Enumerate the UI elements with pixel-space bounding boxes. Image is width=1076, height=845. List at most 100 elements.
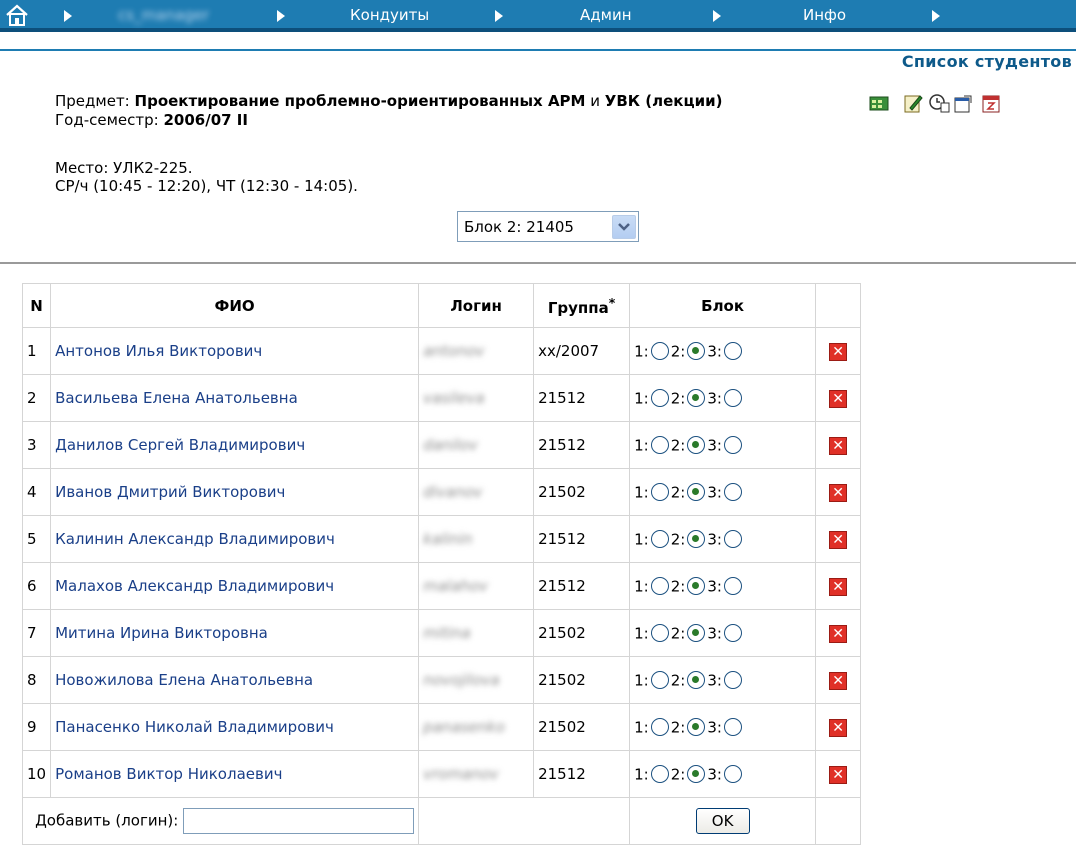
nav-konduity[interactable]: Кондуиты (350, 6, 429, 24)
add-login-input[interactable] (183, 808, 415, 834)
student-name-link[interactable]: Иванов Дмитрий Викторович (55, 483, 285, 501)
block-3-radio[interactable] (723, 389, 742, 408)
block-3-radio[interactable] (723, 671, 742, 690)
group-cell: 21502 (533, 703, 631, 751)
block-radio-label: 3: (707, 483, 722, 502)
semester-label: Год-семестр: (55, 111, 159, 129)
block-2-radio[interactable] (687, 483, 706, 502)
student-name-link[interactable]: Малахов Александр Владимирович (55, 577, 334, 595)
delete-icon[interactable]: ✕ (829, 765, 848, 784)
student-name-link[interactable]: Васильева Елена Анатольевна (55, 389, 298, 407)
block-2-radio[interactable] (687, 577, 706, 596)
student-name-link[interactable]: Митина Ирина Викторовна (55, 624, 268, 642)
block-3-radio[interactable] (723, 436, 742, 455)
block-1-radio[interactable] (650, 624, 669, 643)
block-1-radio[interactable] (650, 342, 669, 361)
block-radio-label: 2: (670, 671, 686, 690)
row-number: 4 (21, 468, 52, 516)
nav-arrow-icon (64, 10, 72, 22)
edit-notes-icon[interactable] (902, 92, 924, 114)
student-name-link[interactable]: Панасенко Николай Владимирович (55, 718, 334, 736)
block-2-radio[interactable] (687, 436, 706, 455)
block-radio-label: 1: (634, 389, 649, 408)
header-group-label: Группа (547, 298, 609, 317)
block-radio-label: 1: (634, 436, 649, 455)
block-3-radio[interactable] (723, 342, 742, 361)
block-1-radio[interactable] (650, 718, 669, 737)
block-radios: 1: 2: 3: (629, 468, 817, 516)
student-login: kalinin (423, 530, 473, 548)
block-select[interactable]: Блок 2: 21405 (457, 211, 639, 242)
block-radio-label: 3: (707, 530, 722, 549)
header-group: Группа* (533, 283, 631, 328)
subject-label: Предмет: (55, 92, 130, 110)
block-2-radio[interactable] (687, 671, 706, 690)
delete-icon[interactable]: ✕ (829, 483, 848, 502)
student-name-link[interactable]: Антонов Илья Викторович (55, 342, 262, 360)
delete-icon[interactable]: ✕ (829, 577, 848, 596)
login-cell: mitina (418, 609, 535, 657)
block-radio-label: 3: (707, 577, 722, 596)
block-1-radio[interactable] (650, 671, 669, 690)
delete-icon[interactable]: ✕ (829, 436, 848, 455)
block-1-radio[interactable] (650, 389, 669, 408)
block-3-radio[interactable] (723, 624, 742, 643)
block-1-radio[interactable] (650, 436, 669, 455)
delete-icon[interactable]: ✕ (829, 718, 848, 737)
login-cell: divanov (418, 468, 535, 516)
student-name-link[interactable]: Романов Виктор Николаевич (55, 765, 282, 783)
block-2-radio[interactable] (687, 765, 706, 784)
row-number: 5 (21, 515, 52, 563)
nav-user[interactable]: cs_manager (118, 6, 209, 24)
student-name-link[interactable]: Калинин Александр Владимирович (55, 530, 335, 548)
student-login: divanov (423, 483, 483, 501)
block-2-radio[interactable] (687, 718, 706, 737)
nav-admin[interactable]: Админ (580, 6, 632, 24)
header-login: Логин (418, 283, 535, 328)
table-row: 10 Романов Виктор Николаевич vromanov 21512… (21, 750, 862, 798)
block-2-radio[interactable] (687, 342, 706, 361)
block-3-radio[interactable] (723, 718, 742, 737)
block-2-radio[interactable] (687, 624, 706, 643)
schedule-clock-icon[interactable] (928, 92, 950, 114)
delete-cell: ✕ (815, 327, 862, 375)
row-number: 7 (21, 609, 52, 657)
group-cell: 21512 (533, 421, 631, 469)
delete-icon[interactable]: ✕ (829, 624, 848, 643)
block-3-radio[interactable] (723, 530, 742, 549)
group-cell: 21502 (533, 468, 631, 516)
block-3-radio[interactable] (723, 765, 742, 784)
block-1-radio[interactable] (650, 765, 669, 784)
block-3-radio[interactable] (723, 483, 742, 502)
header-n: N (21, 283, 52, 328)
nav-info[interactable]: Инфо (803, 6, 846, 24)
ok-button[interactable]: OK (695, 808, 750, 834)
spreadsheet-icon[interactable] (868, 92, 890, 114)
section-divider (0, 262, 1076, 264)
block-radio-label: 2: (670, 718, 686, 737)
block-radios: 1: 2: 3: (629, 562, 817, 610)
block-1-radio[interactable] (650, 530, 669, 549)
chevron-down-icon[interactable] (612, 215, 636, 239)
delete-icon[interactable]: ✕ (829, 389, 848, 408)
row-number: 6 (21, 562, 52, 610)
ok-cell: OK (629, 797, 817, 845)
table-row: 6 Малахов Александр Владимирович malahov 21… (21, 562, 862, 610)
table-row: 1 Антонов Илья Викторович antonov xx/2007 1:… (21, 327, 862, 375)
student-name-link[interactable]: Новожилова Елена Анатольевна (55, 671, 313, 689)
block-3-radio[interactable] (723, 577, 742, 596)
properties-icon[interactable] (952, 92, 974, 114)
delete-cell: ✕ (815, 562, 862, 610)
calendar-icon[interactable] (980, 92, 1002, 114)
block-1-radio[interactable] (650, 577, 669, 596)
block-2-radio[interactable] (687, 389, 706, 408)
home-icon[interactable] (4, 3, 30, 27)
delete-icon[interactable]: ✕ (829, 342, 848, 361)
student-name-link[interactable]: Данилов Сергей Владимирович (55, 436, 305, 454)
block-1-radio[interactable] (650, 483, 669, 502)
delete-icon[interactable]: ✕ (829, 530, 848, 549)
delete-icon[interactable]: ✕ (829, 671, 848, 690)
student-login: novojilova (423, 671, 500, 689)
delete-cell: ✕ (815, 468, 862, 516)
block-2-radio[interactable] (687, 530, 706, 549)
